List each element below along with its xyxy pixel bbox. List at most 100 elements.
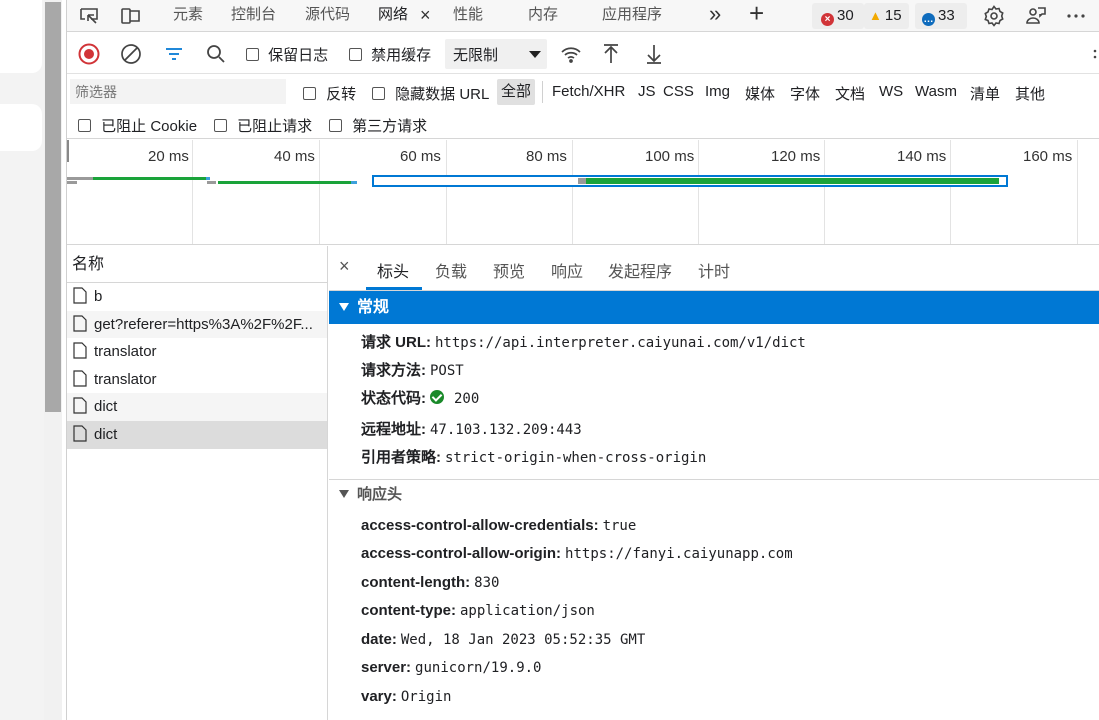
disable-cache-checkbox[interactable] xyxy=(349,48,362,61)
invert-option[interactable]: 反转 xyxy=(303,83,356,104)
general-row-url: 请求 URL: https://api.interpreter.caiyunai.… xyxy=(361,331,806,352)
preserve-log-option[interactable]: 保留日志 xyxy=(246,44,328,65)
header-value: true xyxy=(602,518,637,534)
response-header-row: access-control-allow-credentials: true xyxy=(361,517,636,534)
general-section-title: 常规 xyxy=(357,299,390,316)
tab-headers[interactable]: 标头 xyxy=(377,258,409,282)
response-headers-section-header[interactable]: 响应头 xyxy=(329,479,1099,509)
filter-input[interactable] xyxy=(70,79,286,104)
type-filter-other[interactable]: 其他 xyxy=(1015,83,1045,104)
blocked-cookies-label: 已阻止 Cookie xyxy=(101,118,198,135)
message-count-badge[interactable]: … 33 xyxy=(915,3,967,29)
tab-timing[interactable]: 计时 xyxy=(698,258,730,282)
response-headers-title: 响应头 xyxy=(357,486,403,503)
import-har-icon[interactable] xyxy=(599,42,623,66)
hide-data-urls-checkbox[interactable] xyxy=(372,87,385,100)
warning-count-badge[interactable]: ▲ 15 xyxy=(864,3,909,29)
error-icon: × xyxy=(821,13,834,26)
tab-application[interactable]: 应用程序 xyxy=(602,0,662,32)
type-filter-css[interactable]: CSS xyxy=(663,83,694,100)
timeline-request-bar xyxy=(67,181,77,184)
third-party-label: 第三方请求 xyxy=(352,118,428,135)
invert-label: 反转 xyxy=(326,86,357,103)
request-row-selected[interactable]: dict xyxy=(67,420,327,449)
column-header-name[interactable]: 名称 xyxy=(67,246,327,283)
request-row[interactable]: b xyxy=(67,283,327,311)
tab-initiator[interactable]: 发起程序 xyxy=(608,258,672,282)
settings-gear-icon[interactable] xyxy=(982,4,1006,28)
hide-data-urls-option[interactable]: 隐藏数据 URL xyxy=(372,83,489,104)
request-list: 名称 b get?referer=https%3A%2F%2F... trans… xyxy=(67,246,328,720)
tab-performance[interactable]: 性能 xyxy=(453,0,483,32)
third-party-checkbox[interactable] xyxy=(329,119,342,132)
blocked-requests-checkbox[interactable] xyxy=(214,119,227,132)
type-filter-fetch-xhr[interactable]: Fetch/XHR xyxy=(552,83,625,100)
response-header-row: content-type: application/json xyxy=(361,602,595,619)
device-toolbar-icon[interactable] xyxy=(119,4,143,28)
invert-checkbox[interactable] xyxy=(303,87,316,100)
gridline xyxy=(572,140,573,244)
request-row[interactable]: get?referer=https%3A%2F%2F... xyxy=(67,310,327,339)
inspect-element-icon[interactable] xyxy=(77,4,101,28)
gridline xyxy=(698,140,699,244)
response-header-row: server: gunicorn/19.9.0 xyxy=(361,659,541,676)
type-filter-doc[interactable]: 文档 xyxy=(835,83,865,104)
filter-icon[interactable] xyxy=(162,42,186,66)
toolbar-overflow-icon[interactable] xyxy=(1091,42,1099,66)
tab-sources[interactable]: 源代码 xyxy=(305,0,350,32)
disable-cache-option[interactable]: 禁用缓存 xyxy=(349,44,431,65)
tab-response[interactable]: 响应 xyxy=(551,258,583,282)
devtools-panel: 元素 控制台 源代码 网络 × 性能 内存 应用程序 » + × 30 ▲ 15 …… xyxy=(66,0,1099,720)
timeline-tick-label: 120 ms xyxy=(771,148,821,165)
tab-console[interactable]: 控制台 xyxy=(231,0,276,32)
search-icon[interactable] xyxy=(204,42,228,66)
throttling-select[interactable]: 无限制 xyxy=(445,39,547,69)
type-filter-manifest[interactable]: 清单 xyxy=(970,83,1000,104)
preserve-log-checkbox[interactable] xyxy=(246,48,259,61)
request-row[interactable]: translator xyxy=(67,338,327,366)
blocked-cookies-checkbox[interactable] xyxy=(78,119,91,132)
request-name: b xyxy=(94,288,103,305)
scrollbar-thumb[interactable] xyxy=(45,2,61,412)
header-key: 引用者策略: xyxy=(361,449,441,466)
type-filter-img[interactable]: Img xyxy=(705,83,730,100)
blocked-cookies-option[interactable]: 已阻止 Cookie xyxy=(78,115,197,136)
tab-network[interactable]: 网络 xyxy=(378,0,408,32)
request-row[interactable]: dict xyxy=(67,393,327,421)
network-overview-timeline[interactable]: 20 ms 40 ms 60 ms 80 ms 100 ms 120 ms 14… xyxy=(67,140,1099,245)
type-filter-wasm[interactable]: Wasm xyxy=(915,83,957,100)
tab-memory[interactable]: 内存 xyxy=(528,0,558,32)
close-details-icon[interactable]: × xyxy=(339,256,350,277)
type-filter-ws[interactable]: WS xyxy=(879,83,903,100)
feedback-icon[interactable] xyxy=(1024,4,1048,28)
request-details-panel: × 标头 负载 预览 响应 发起程序 计时 常规 请求 URL: https://… xyxy=(329,246,1099,720)
record-stop-icon[interactable] xyxy=(77,42,101,66)
blocked-requests-label: 已阻止请求 xyxy=(237,118,313,135)
error-count-badge[interactable]: × 30 xyxy=(812,3,864,29)
page-scrollbar[interactable] xyxy=(44,0,62,720)
more-tabs-icon[interactable]: » xyxy=(709,0,721,31)
clear-icon[interactable] xyxy=(119,42,143,66)
request-name: get?referer=https%3A%2F%2F... xyxy=(94,315,313,333)
network-conditions-icon[interactable] xyxy=(559,42,583,66)
close-tab-icon[interactable]: × xyxy=(420,0,431,32)
blocked-requests-option[interactable]: 已阻止请求 xyxy=(214,115,312,136)
more-options-icon[interactable] xyxy=(1064,4,1088,28)
type-filter-js[interactable]: JS xyxy=(638,83,656,100)
selected-request-bar[interactable] xyxy=(372,175,1008,187)
tab-elements[interactable]: 元素 xyxy=(173,0,203,32)
third-party-option[interactable]: 第三方请求 xyxy=(329,115,427,136)
tab-preview[interactable]: 预览 xyxy=(493,258,525,282)
add-tab-icon[interactable]: + xyxy=(749,0,764,30)
export-har-icon[interactable] xyxy=(642,42,666,66)
tab-payload[interactable]: 负载 xyxy=(435,258,467,282)
header-key: access-control-allow-origin: xyxy=(361,545,562,562)
general-section-header[interactable]: 常规 xyxy=(329,291,1099,324)
type-filter-font[interactable]: 字体 xyxy=(790,83,820,104)
header-key: date: xyxy=(361,631,397,648)
request-name: translator xyxy=(94,370,157,388)
request-row[interactable]: translator xyxy=(67,366,327,394)
type-filter-all[interactable]: 全部 xyxy=(497,79,536,105)
type-filter-media[interactable]: 媒体 xyxy=(745,83,775,104)
general-row-referrer-policy: 引用者策略: strict-origin-when-cross-origin xyxy=(361,446,706,467)
